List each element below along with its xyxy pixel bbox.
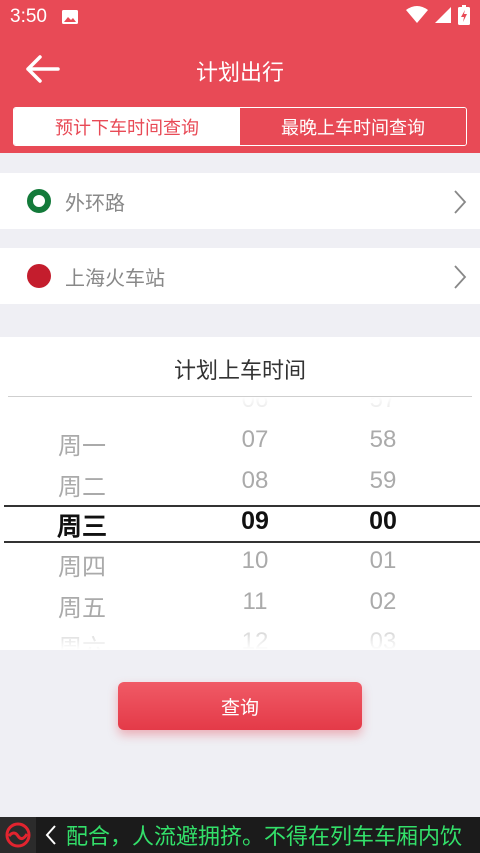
app-bar: 计划出行 预计下车时间查询 最晚上车时间查询 (0, 33, 480, 153)
day-option[interactable]: 周四 (20, 547, 144, 582)
destination-station-row[interactable]: 上海火车站 (0, 248, 480, 304)
minute-option-selected[interactable]: 00 (323, 507, 443, 536)
hour-wheel[interactable]: 06 07 08 09 10 11 12 (195, 397, 315, 650)
origin-station-row[interactable]: 外环路 (0, 173, 480, 229)
signal-icon (434, 6, 452, 28)
time-picker: 计划上车时间 周一 周二 周三 周四 周五 周六 06 07 08 09 10 … (0, 337, 480, 650)
ticker-text: 配合，人流避拥挤。不得在列车车厢内饮 (66, 825, 463, 850)
chevron-left-icon[interactable] (36, 817, 66, 853)
tab-expected-arrival[interactable]: 预计下车时间查询 (14, 108, 240, 145)
minute-wheel[interactable]: 57 58 59 00 01 02 03 (323, 397, 443, 650)
day-option-selected[interactable]: 周三 (20, 507, 144, 543)
origin-station-name: 外环路 (65, 190, 125, 215)
origin-dot-icon (27, 189, 51, 213)
metro-logo-icon (0, 817, 36, 853)
day-option[interactable]: 周五 (20, 588, 144, 623)
chevron-right-icon (453, 264, 467, 294)
query-mode-tabs: 预计下车时间查询 最晚上车时间查询 (13, 107, 467, 146)
image-icon (61, 8, 79, 26)
announcement-ticker: 配合，人流避拥挤。不得在列车车厢内饮 (0, 817, 480, 853)
battery-icon (458, 4, 470, 29)
status-bar: 3:50 (0, 0, 480, 33)
hour-option[interactable]: 08 (195, 467, 315, 495)
tab-latest-boarding[interactable]: 最晚上车时间查询 (240, 108, 466, 145)
minute-option[interactable]: 02 (323, 588, 443, 616)
hour-option[interactable]: 11 (195, 588, 315, 616)
hour-option[interactable]: 07 (195, 426, 315, 454)
selection-line-top (4, 505, 480, 507)
status-time: 3:50 (10, 5, 47, 27)
page-title: 计划出行 (195, 61, 284, 86)
destination-station-name: 上海火车站 (65, 265, 165, 290)
day-option[interactable]: 周一 (20, 426, 144, 461)
minute-option[interactable]: 01 (323, 547, 443, 575)
wheel-fade (0, 624, 480, 650)
minute-option[interactable]: 59 (323, 467, 443, 495)
minute-option[interactable]: 58 (323, 426, 443, 454)
wifi-icon (406, 5, 428, 28)
selection-line-bottom (4, 541, 480, 543)
day-wheel[interactable]: 周一 周二 周三 周四 周五 周六 (20, 397, 144, 650)
destination-dot-icon (27, 264, 51, 288)
hour-option-selected[interactable]: 09 (195, 507, 315, 536)
day-option[interactable]: 周二 (20, 467, 144, 502)
query-button[interactable]: 查询 (118, 682, 362, 730)
hour-option[interactable]: 10 (195, 547, 315, 575)
picker-title: 计划上车时间 (173, 359, 306, 384)
wheel-fade (0, 397, 480, 427)
chevron-right-icon (453, 189, 467, 219)
